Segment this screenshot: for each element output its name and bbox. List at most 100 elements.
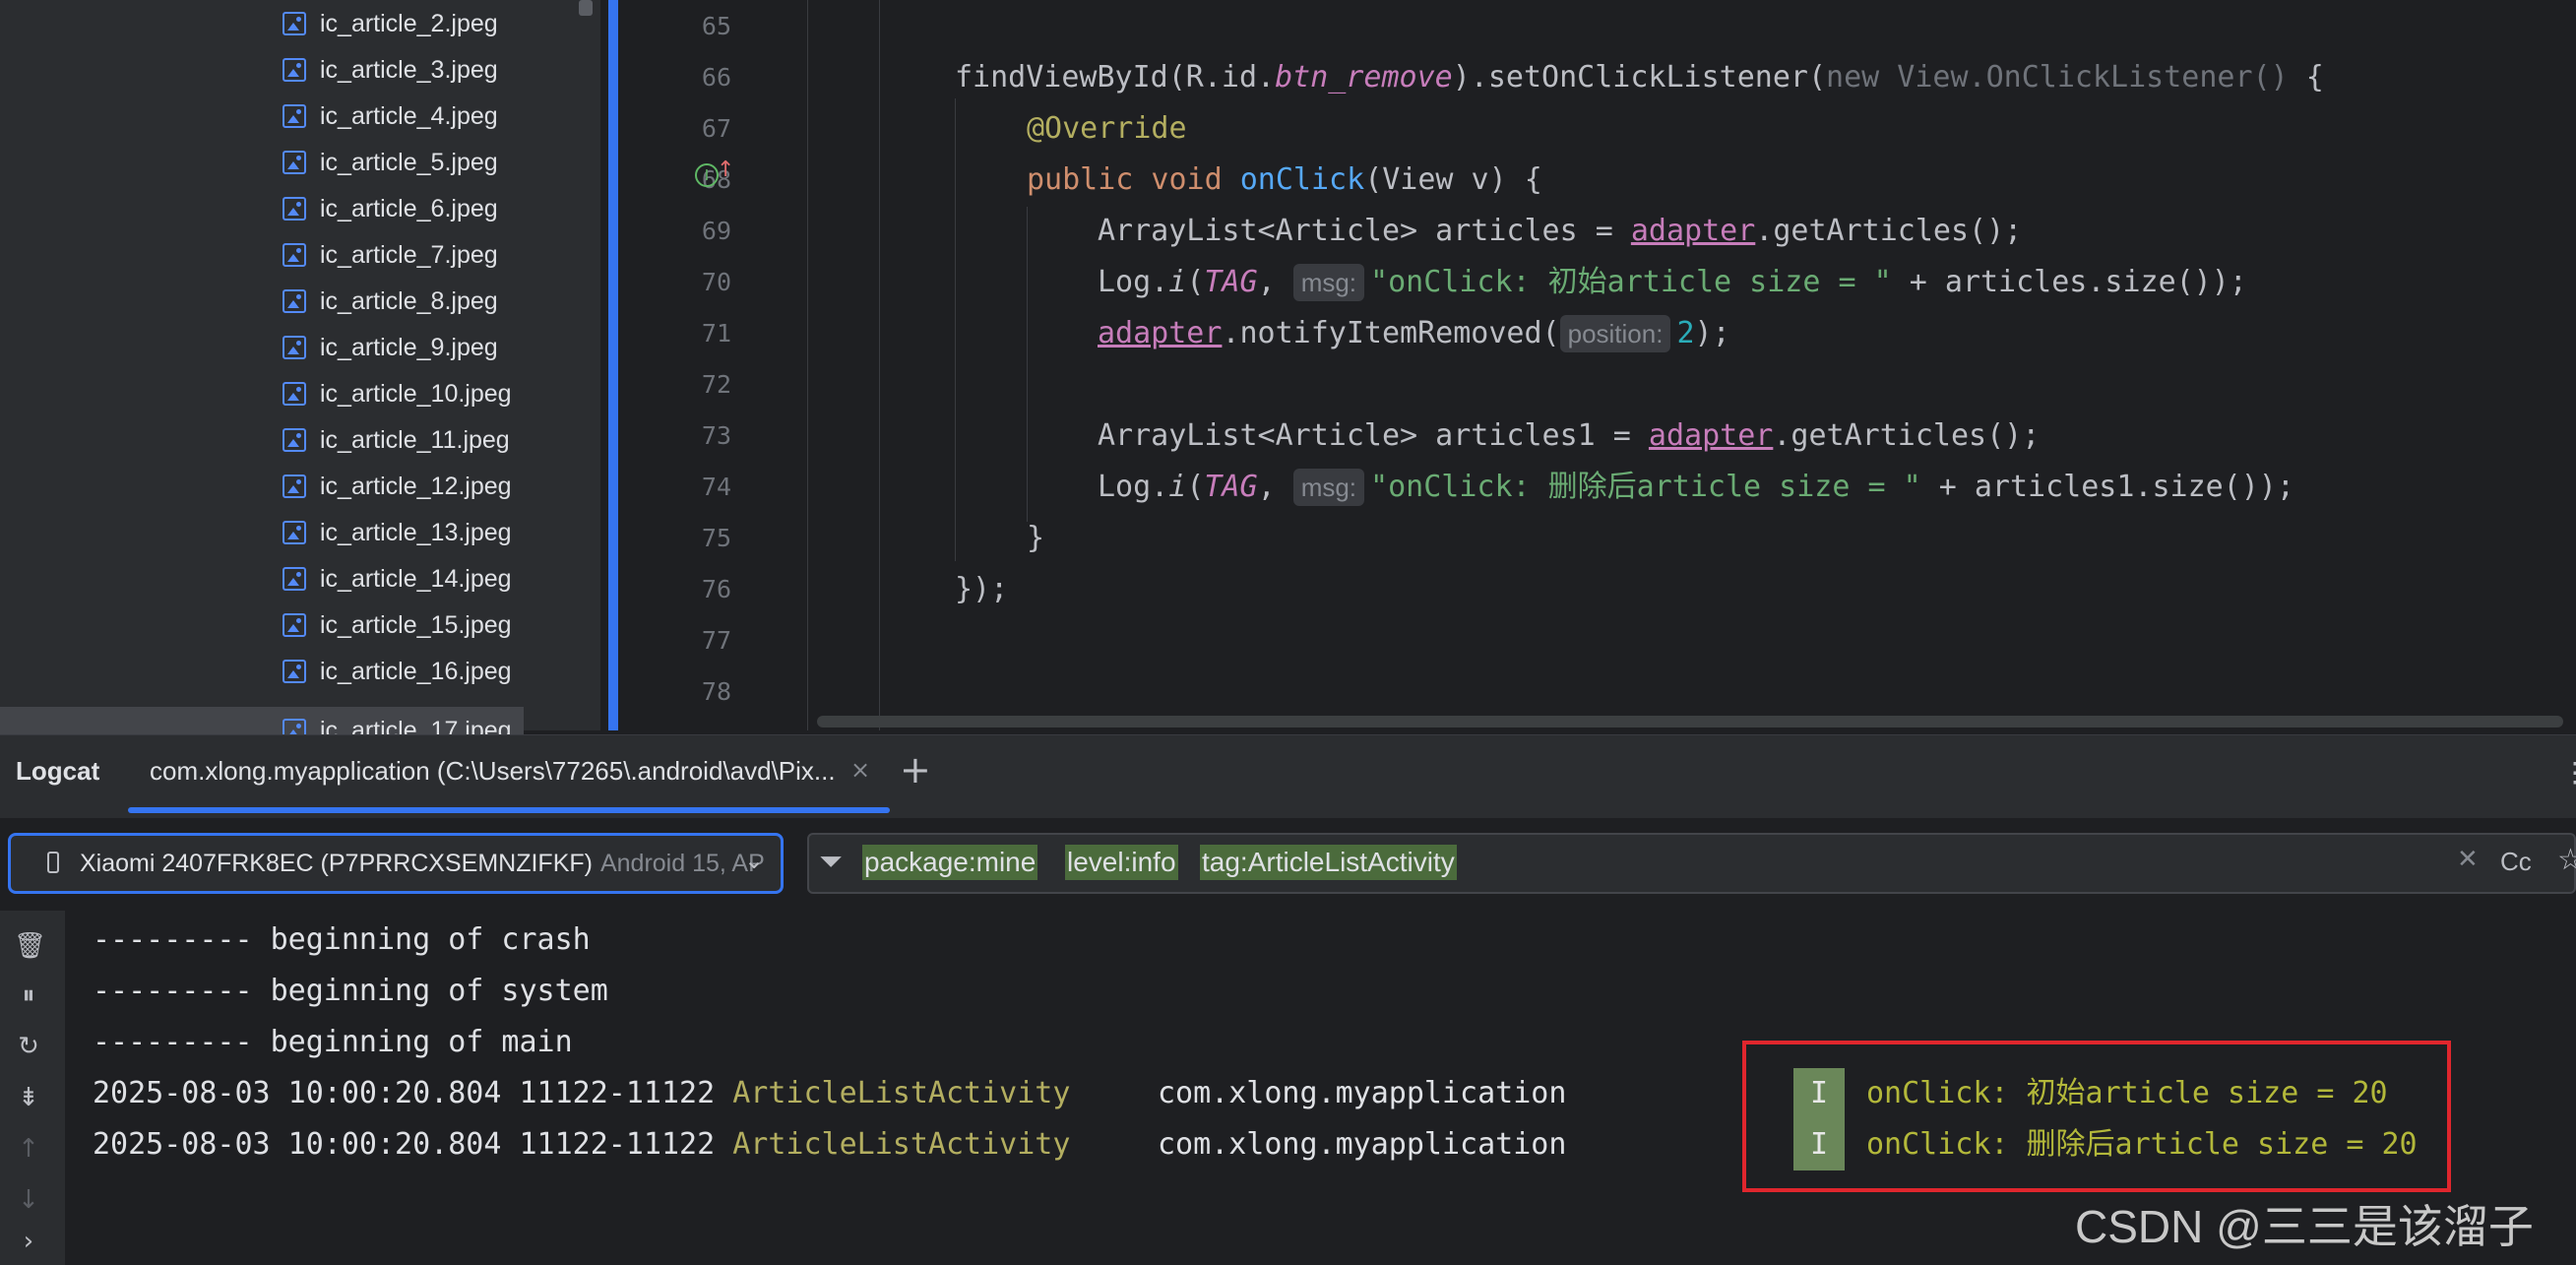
- log-line: --------- beginning of system: [93, 974, 608, 1008]
- arrow-up-icon[interactable]: ↑: [14, 1134, 43, 1164]
- match-case-toggle[interactable]: Cc: [2500, 847, 2532, 877]
- tree-file-item[interactable]: ic_article_7.jpeg: [283, 231, 588, 279]
- override-arrow-icon[interactable]: ↑: [717, 158, 734, 182]
- annotation-highlight-box: [1742, 1041, 2451, 1192]
- file-name: ic_article_15.jpeg: [320, 610, 512, 639]
- line-number: 76: [701, 575, 731, 603]
- log-package: com.xlong.myapplication: [1158, 1127, 1567, 1162]
- file-name: ic_article_16.jpeg: [320, 657, 512, 685]
- clear-filter-icon[interactable]: ✕: [2457, 845, 2479, 874]
- log-line: --------- beginning of crash: [93, 922, 591, 957]
- code-line-75: }: [1027, 521, 1045, 555]
- filter-chip-level[interactable]: level:info: [1065, 845, 1178, 880]
- tree-file-item[interactable]: ic_article_8.jpeg: [283, 278, 588, 325]
- device-android-version: Android 15, AP: [599, 849, 765, 877]
- expand-icon[interactable]: ›: [14, 1227, 43, 1256]
- tree-file-item[interactable]: ic_article_10.jpeg: [283, 370, 588, 417]
- tree-file-item[interactable]: ic_article_14.jpeg: [283, 555, 588, 602]
- image-file-icon: [283, 197, 306, 221]
- code-line-76: });: [955, 572, 1009, 606]
- image-file-icon: [283, 243, 306, 267]
- line-number: 69: [701, 217, 731, 245]
- file-name: ic_article_5.jpeg: [320, 148, 498, 176]
- log-tag: ArticleListActivity: [732, 1076, 1071, 1110]
- file-name: ic_article_14.jpeg: [320, 564, 512, 593]
- file-name: ic_article_6.jpeg: [320, 194, 498, 222]
- tree-file-item[interactable]: ic_article_2.jpeg: [283, 0, 588, 47]
- image-file-icon: [283, 521, 306, 544]
- parameter-hint: msg:: [1292, 469, 1365, 506]
- tree-file-item[interactable]: ic_article_16.jpeg: [283, 648, 588, 695]
- tab-logcat-session[interactable]: com.xlong.myapplication (C:\Users\77265\…: [150, 756, 836, 787]
- filter-icon[interactable]: ⏷: [819, 845, 843, 879]
- code-line-74: Log.i(TAG, msg: "onClick: 删除后article size…: [1098, 469, 2294, 506]
- restart-icon[interactable]: ↻: [14, 1032, 43, 1061]
- parameter-hint: position:: [1559, 315, 1671, 352]
- tree-file-item[interactable]: ic_article_11.jpeg: [283, 416, 588, 464]
- tree-file-item[interactable]: ic_article_15.jpeg: [283, 601, 588, 649]
- file-name: ic_article_12.jpeg: [320, 472, 512, 500]
- chevron-down-icon[interactable]: ⌄: [744, 847, 764, 874]
- log-line: --------- beginning of main: [93, 1025, 573, 1059]
- parameter-hint: msg:: [1292, 264, 1365, 301]
- tab-close-icon[interactable]: ×: [850, 756, 870, 784]
- logcat-title[interactable]: Logcat: [16, 756, 99, 787]
- tree-file-item[interactable]: ic_article_13.jpeg: [283, 509, 588, 556]
- more-options-icon[interactable]: ⋮: [2561, 756, 2576, 789]
- indent-guide: [1027, 207, 1028, 522]
- line-number: 74: [701, 473, 731, 501]
- indent-guide: [879, 0, 880, 730]
- line-number: 70: [701, 268, 731, 296]
- tree-file-item[interactable]: ic_article_6.jpeg: [283, 185, 588, 232]
- implements-gutter-icon[interactable]: I: [695, 163, 719, 187]
- log-package: com.xlong.myapplication: [1158, 1076, 1567, 1110]
- add-tab-button[interactable]: +: [900, 748, 931, 791]
- line-number: 67: [701, 114, 731, 143]
- device-selector[interactable]: Xiaomi 2407FRK8EC (P7PRRCXSEMNZIFKF) And…: [8, 833, 784, 894]
- image-file-icon: [283, 12, 306, 35]
- line-number: 65: [701, 12, 731, 40]
- line-number: 66: [701, 63, 731, 92]
- file-name: ic_article_13.jpeg: [320, 518, 512, 546]
- code-line-67: @Override: [1027, 111, 1187, 146]
- phone-icon: [47, 852, 59, 873]
- image-file-icon: [283, 660, 306, 683]
- file-name: ic_article_9.jpeg: [320, 333, 498, 361]
- editor-horizontal-scrollbar[interactable]: [817, 716, 2563, 727]
- line-number: 78: [701, 677, 731, 706]
- arrow-down-icon[interactable]: ↓: [14, 1185, 43, 1215]
- filter-chip-package[interactable]: package:mine: [862, 845, 1038, 880]
- image-file-icon: [283, 474, 306, 498]
- scroll-to-end-icon[interactable]: ⇟: [14, 1083, 43, 1112]
- line-number: 72: [701, 370, 731, 399]
- file-name: ic_article_8.jpeg: [320, 286, 498, 315]
- image-file-icon: [283, 382, 306, 406]
- log-tag: ArticleListActivity: [732, 1127, 1071, 1162]
- file-name: ic_article_11.jpeg: [320, 425, 510, 454]
- tree-file-item[interactable]: ic_article_5.jpeg: [283, 139, 588, 186]
- device-name: Xiaomi 2407FRK8EC (P7PRRCXSEMNZIFKF): [80, 849, 593, 877]
- log-entry: 2025-08-03 10:00:20.804 11122-11122 Arti…: [93, 1076, 1071, 1110]
- line-number: 77: [701, 626, 731, 655]
- image-file-icon: [283, 336, 306, 359]
- tree-file-item[interactable]: ic_article_3.jpeg: [283, 46, 588, 94]
- favorite-filter-icon[interactable]: ☆: [2557, 843, 2576, 877]
- image-file-icon: [283, 567, 306, 591]
- file-name: ic_article_10.jpeg: [320, 379, 512, 408]
- tree-file-item[interactable]: ic_article_12.jpeg: [283, 463, 588, 510]
- code-editor[interactable]: [608, 0, 2576, 730]
- file-name: ic_article_2.jpeg: [320, 9, 498, 37]
- tree-file-item[interactable]: ic_article_4.jpeg: [283, 93, 588, 140]
- pause-icon[interactable]: ⏸: [14, 980, 43, 1010]
- code-line-68: public void onClick(View v) {: [1027, 162, 1542, 197]
- line-number: 75: [701, 524, 731, 552]
- image-file-icon: [283, 104, 306, 128]
- trash-icon[interactable]: 🗑: [14, 931, 46, 961]
- line-number: 71: [701, 319, 731, 348]
- gutter-separator: [807, 0, 808, 730]
- log-entry: 2025-08-03 10:00:20.804 11122-11122 Arti…: [93, 1127, 1071, 1162]
- filter-chip-tag[interactable]: tag:ArticleListActivity: [1200, 845, 1457, 880]
- active-tab-indicator: [128, 807, 890, 813]
- tree-file-item[interactable]: ic_article_9.jpeg: [283, 324, 588, 371]
- file-name: ic_article_7.jpeg: [320, 240, 498, 269]
